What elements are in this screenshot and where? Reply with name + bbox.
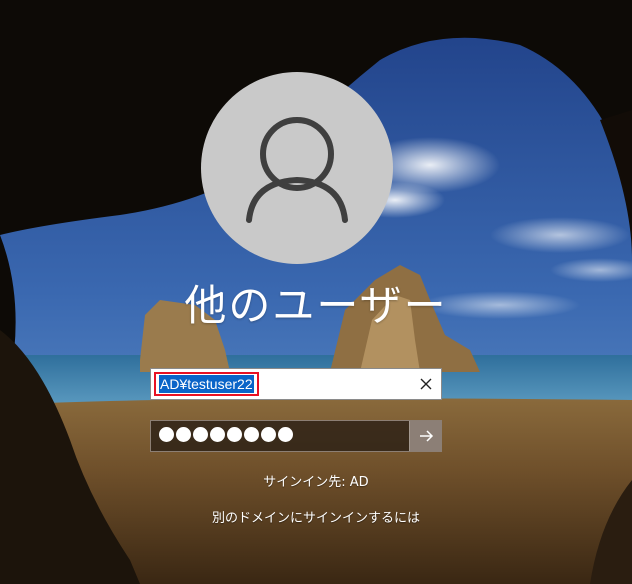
- password-dot: [176, 427, 191, 442]
- password-dot: [193, 427, 208, 442]
- password-dot: [244, 427, 259, 442]
- user-avatar: [201, 72, 393, 264]
- username-field[interactable]: AD¥testuser22: [150, 368, 442, 400]
- password-mask: [159, 427, 293, 442]
- password-dot: [278, 427, 293, 442]
- other-domain-link[interactable]: 別のドメインにサインインするには: [0, 507, 632, 526]
- arrow-right-icon: [419, 430, 433, 442]
- user-silhouette-icon: [246, 117, 348, 223]
- clear-button[interactable]: [413, 371, 439, 397]
- user-display-name: 他のユーザー: [184, 281, 448, 330]
- password-dot: [227, 427, 242, 442]
- password-dot: [159, 427, 174, 442]
- password-dot: [261, 427, 276, 442]
- submit-button[interactable]: [409, 421, 441, 451]
- password-field[interactable]: [150, 420, 442, 452]
- close-icon: [420, 378, 432, 390]
- username-value[interactable]: AD¥testuser22: [159, 375, 254, 393]
- signin-to-label: サインイン先: AD: [263, 475, 369, 490]
- selected-text-highlight: AD¥testuser22: [154, 372, 259, 396]
- password-dot: [210, 427, 225, 442]
